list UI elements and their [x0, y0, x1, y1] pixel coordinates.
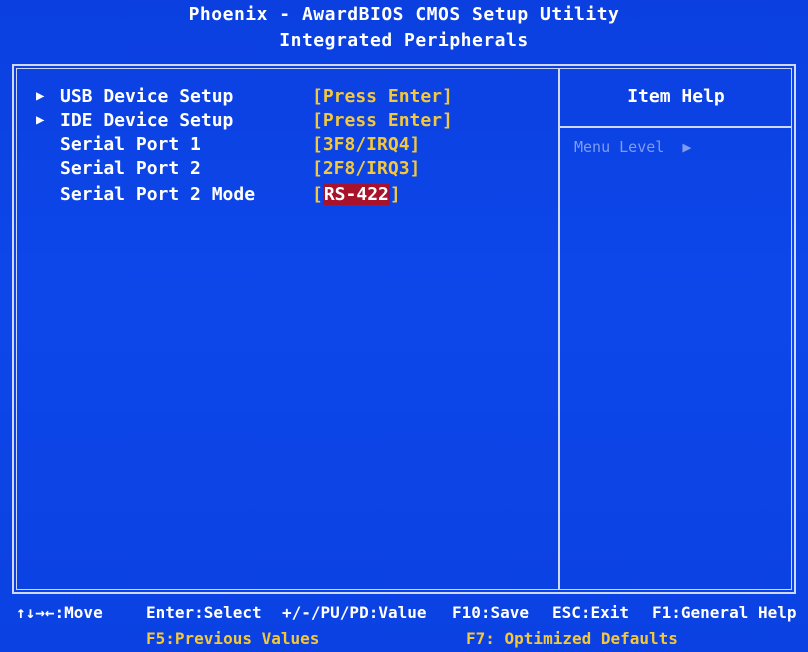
- submenu-arrow-icon: ▶: [36, 88, 45, 104]
- footer-save: F10:Save: [452, 603, 530, 622]
- item-value[interactable]: [Press Enter]: [312, 86, 453, 107]
- item-value[interactable]: [2F8/IRQ3]: [312, 158, 420, 179]
- menu-item-serial-port-2-mode[interactable]: Serial Port 2 Mode [RS-422]: [0, 184, 558, 206]
- item-label: Serial Port 2: [60, 158, 201, 179]
- menu-level-arrow-icon: ▶: [682, 138, 692, 156]
- footer-exit: ESC:Exit: [552, 603, 630, 622]
- item-value[interactable]: [3F8/IRQ4]: [312, 134, 420, 155]
- submenu-arrow-icon: ▶: [36, 112, 45, 128]
- page-title: Integrated Peripherals: [279, 30, 529, 51]
- item-help-title: Item Help: [627, 86, 725, 107]
- bracket-close: ]: [389, 184, 401, 205]
- bios-screen: Phoenix - AwardBIOS CMOS Setup Utility I…: [0, 0, 808, 652]
- item-value[interactable]: [Press Enter]: [312, 110, 453, 131]
- footer-general-help: F1:General Help: [652, 603, 797, 622]
- selected-value-highlight[interactable]: RS-422: [322, 184, 390, 205]
- menu-level-label: Menu Level: [574, 138, 665, 156]
- footer-move: ↑↓→←:Move: [16, 603, 103, 622]
- panel-divider: [558, 68, 560, 590]
- footer-select: Enter:Select: [146, 603, 262, 622]
- item-label: Serial Port 1: [60, 134, 201, 155]
- menu-level: Menu Level ▶: [574, 138, 691, 156]
- menu-item-ide-device-setup[interactable]: ▶ IDE Device Setup [Press Enter]: [0, 110, 558, 132]
- item-label: USB Device Setup: [60, 86, 234, 107]
- item-value-selected[interactable]: [RS-422]: [312, 184, 401, 205]
- footer-optimized-defaults: F7: Optimized Defaults: [466, 629, 678, 648]
- footer-previous-values: F5:Previous Values: [146, 629, 320, 648]
- menu-item-usb-device-setup[interactable]: ▶ USB Device Setup [Press Enter]: [0, 86, 558, 108]
- bracket-open: [: [312, 184, 323, 205]
- app-title: Phoenix - AwardBIOS CMOS Setup Utility: [188, 4, 620, 25]
- menu-item-serial-port-1[interactable]: Serial Port 1 [3F8/IRQ4]: [0, 134, 558, 156]
- menu-item-serial-port-2[interactable]: Serial Port 2 [2F8/IRQ3]: [0, 158, 558, 180]
- footer-value: +/-/PU/PD:Value: [282, 603, 427, 622]
- item-label: IDE Device Setup: [60, 110, 234, 131]
- help-separator: [560, 126, 792, 128]
- item-label: Serial Port 2 Mode: [60, 184, 256, 205]
